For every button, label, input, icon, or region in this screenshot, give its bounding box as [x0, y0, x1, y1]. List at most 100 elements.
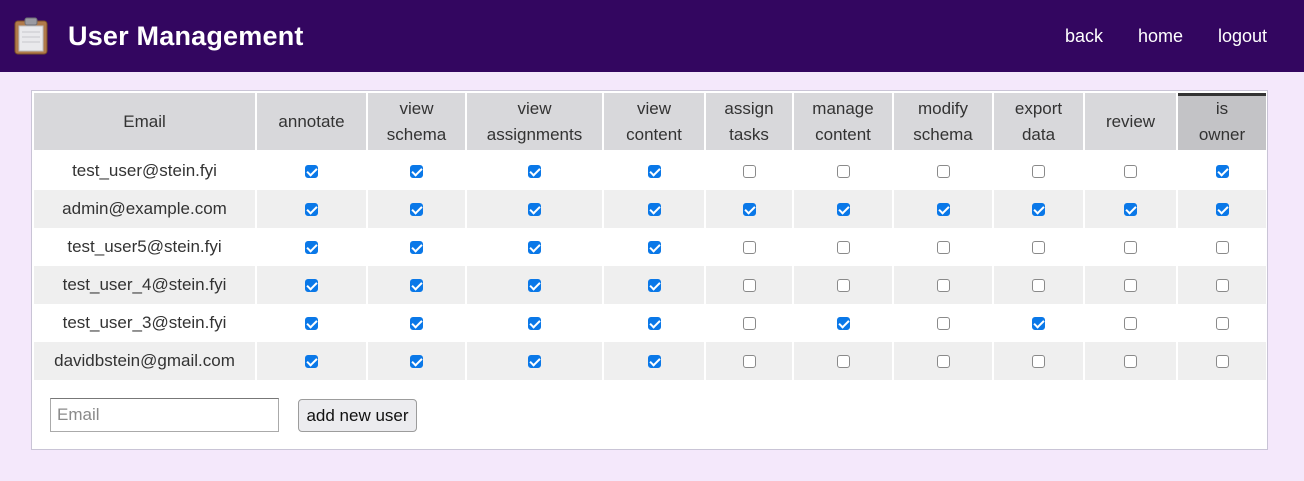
permission-checkbox-manage-content[interactable]	[836, 317, 850, 331]
permission-checkbox-is-owner[interactable]	[1215, 241, 1229, 255]
nav-logout-link[interactable]: logout	[1218, 26, 1267, 47]
permission-cell	[1085, 342, 1178, 380]
column-header-view-schema[interactable]: view schema	[368, 93, 467, 152]
permission-cell	[994, 152, 1085, 190]
permission-checkbox-modify-schema[interactable]	[936, 317, 950, 331]
column-header-label: data	[1021, 124, 1056, 144]
permission-checkbox-view-assignments[interactable]	[528, 203, 541, 217]
nav-back-link[interactable]: back	[1065, 26, 1103, 47]
permission-checkbox-assign-tasks[interactable]	[742, 355, 756, 369]
permission-checkbox-assign-tasks[interactable]	[742, 317, 756, 331]
permission-checkbox-assign-tasks[interactable]	[742, 165, 756, 179]
permission-checkbox-modify-schema[interactable]	[936, 165, 950, 179]
permission-checkbox-modify-schema[interactable]	[936, 203, 950, 217]
permission-cell	[994, 342, 1085, 380]
permission-cell	[368, 304, 467, 342]
permission-checkbox-manage-content[interactable]	[836, 165, 850, 179]
permission-checkbox-export-data[interactable]	[1032, 279, 1045, 293]
column-header-label: view	[399, 98, 434, 118]
permission-checkbox-view-schema[interactable]	[410, 241, 423, 255]
column-header-assign-tasks[interactable]: assign tasks	[706, 93, 794, 152]
permission-checkbox-export-data[interactable]	[1032, 241, 1045, 255]
permission-cell	[794, 228, 894, 266]
permission-cell	[894, 266, 994, 304]
permission-cell	[706, 152, 794, 190]
permission-checkbox-view-schema[interactable]	[410, 165, 423, 179]
permission-checkbox-manage-content[interactable]	[836, 279, 850, 293]
permission-checkbox-review[interactable]	[1124, 203, 1137, 217]
permission-checkbox-assign-tasks[interactable]	[742, 203, 756, 217]
permission-checkbox-view-content[interactable]	[647, 203, 661, 217]
permission-checkbox-annotate[interactable]	[305, 241, 318, 255]
permission-checkbox-export-data[interactable]	[1032, 165, 1045, 179]
permission-checkbox-manage-content[interactable]	[836, 241, 850, 255]
new-user-email-input[interactable]	[50, 398, 279, 432]
permission-checkbox-export-data[interactable]	[1032, 355, 1045, 369]
permission-checkbox-view-content[interactable]	[647, 317, 661, 331]
permission-checkbox-modify-schema[interactable]	[936, 241, 950, 255]
permission-checkbox-manage-content[interactable]	[836, 203, 850, 217]
permission-checkbox-review[interactable]	[1124, 279, 1137, 293]
permission-checkbox-manage-content[interactable]	[836, 355, 850, 369]
permission-cell	[794, 152, 894, 190]
permission-checkbox-is-owner[interactable]	[1215, 355, 1229, 369]
permission-checkbox-view-content[interactable]	[647, 279, 661, 293]
permission-checkbox-is-owner[interactable]	[1215, 165, 1229, 179]
column-header-export-data[interactable]: export data	[994, 93, 1085, 152]
column-header-label: view	[636, 98, 671, 118]
permission-checkbox-review[interactable]	[1124, 241, 1137, 255]
permission-cell	[257, 152, 368, 190]
permission-cell	[257, 228, 368, 266]
column-header-annotate[interactable]: annotate	[257, 93, 368, 152]
permission-checkbox-review[interactable]	[1124, 165, 1137, 179]
column-header-email[interactable]: Email	[34, 93, 257, 152]
permission-checkbox-modify-schema[interactable]	[936, 355, 950, 369]
permission-checkbox-view-content[interactable]	[647, 241, 661, 255]
permission-checkbox-is-owner[interactable]	[1215, 279, 1229, 293]
permission-checkbox-view-assignments[interactable]	[528, 355, 541, 369]
permission-checkbox-is-owner[interactable]	[1215, 203, 1229, 217]
permission-checkbox-assign-tasks[interactable]	[742, 241, 756, 255]
permission-checkbox-view-assignments[interactable]	[528, 165, 541, 179]
column-header-modify-schema[interactable]: modify schema	[894, 93, 994, 152]
permission-checkbox-view-schema[interactable]	[410, 355, 423, 369]
permission-checkbox-annotate[interactable]	[305, 317, 318, 331]
column-header-manage-content[interactable]: manage content	[794, 93, 894, 152]
nav-home-link[interactable]: home	[1138, 26, 1183, 47]
permission-checkbox-view-assignments[interactable]	[528, 241, 541, 255]
users-permissions-table: Email annotate view schema view assignments v…	[34, 93, 1266, 380]
permission-cell	[1178, 228, 1266, 266]
permission-checkbox-export-data[interactable]	[1032, 203, 1045, 217]
column-header-label: assign	[724, 98, 774, 118]
permission-checkbox-is-owner[interactable]	[1215, 317, 1229, 331]
permission-checkbox-view-schema[interactable]	[410, 203, 423, 217]
column-header-review[interactable]: review	[1085, 93, 1178, 152]
column-header-is-owner[interactable]: is owner	[1178, 93, 1266, 152]
permission-checkbox-annotate[interactable]	[305, 355, 318, 369]
permission-checkbox-view-assignments[interactable]	[528, 279, 541, 293]
permission-checkbox-view-content[interactable]	[647, 165, 661, 179]
permission-checkbox-assign-tasks[interactable]	[742, 279, 756, 293]
clipboard-icon[interactable]	[14, 17, 48, 55]
permission-checkbox-annotate[interactable]	[305, 279, 318, 293]
column-header-label: review	[1105, 111, 1156, 131]
user-management-panel: Email annotate view schema view assignments v…	[31, 90, 1268, 450]
permission-cell	[257, 190, 368, 228]
column-header-label: content	[815, 124, 871, 144]
permission-checkbox-view-content[interactable]	[647, 355, 661, 369]
column-header-view-content[interactable]: view content	[604, 93, 706, 152]
permission-checkbox-annotate[interactable]	[305, 203, 318, 217]
permission-cell	[1178, 304, 1266, 342]
permission-checkbox-view-schema[interactable]	[410, 317, 423, 331]
column-header-label: owner	[1198, 124, 1246, 144]
column-header-view-assignments[interactable]: view assignments	[467, 93, 604, 152]
permission-checkbox-review[interactable]	[1124, 355, 1137, 369]
permission-checkbox-view-assignments[interactable]	[528, 317, 541, 331]
permission-checkbox-annotate[interactable]	[305, 165, 318, 179]
permission-checkbox-modify-schema[interactable]	[936, 279, 950, 293]
add-new-user-button[interactable]: add new user	[298, 399, 417, 432]
permission-cell	[1085, 190, 1178, 228]
permission-checkbox-review[interactable]	[1124, 317, 1137, 331]
permission-checkbox-view-schema[interactable]	[410, 279, 423, 293]
permission-checkbox-export-data[interactable]	[1032, 317, 1045, 331]
